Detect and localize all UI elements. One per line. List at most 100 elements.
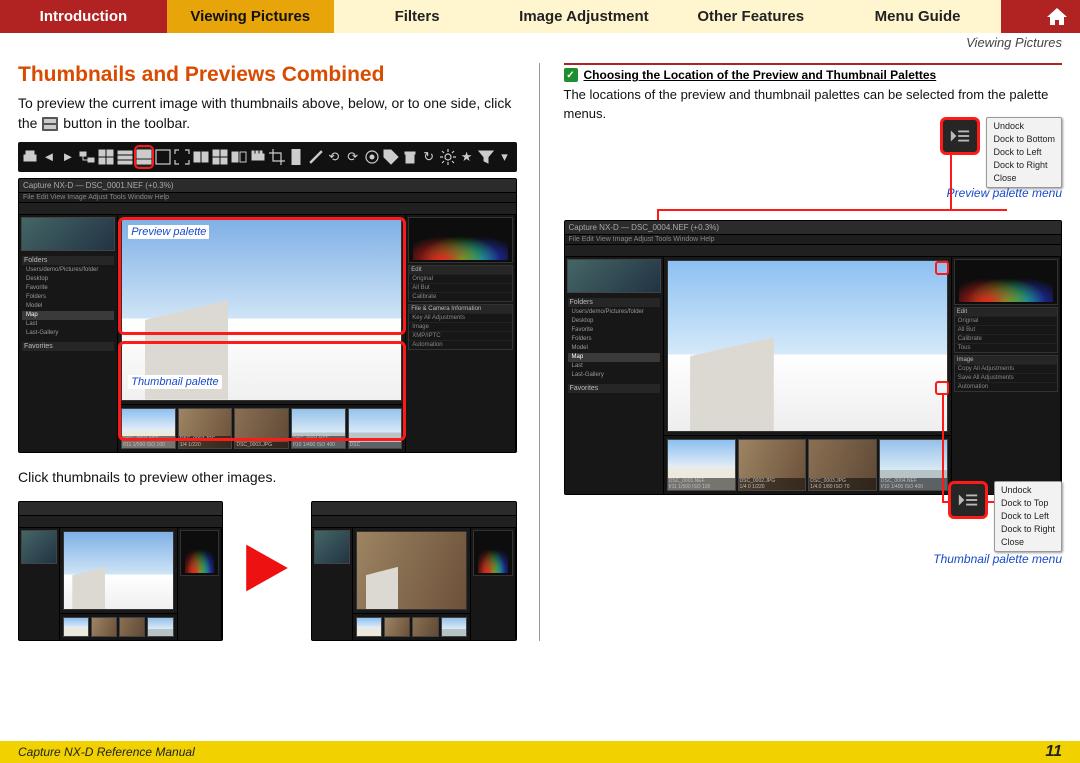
- folder-item: Folders: [22, 293, 114, 302]
- menu-item: Dock to Left: [993, 146, 1055, 159]
- thumbnail-strip: DSC_0001.NEFf/11 1/500 ISO 100 DSC_0002.…: [664, 435, 951, 494]
- preview-callout-label: Preview palette: [128, 225, 209, 239]
- favorites-header: Favorites: [22, 342, 114, 351]
- left-column: Thumbnails and Previews Combined To prev…: [18, 63, 540, 641]
- app-toolbar-row: [565, 245, 1062, 257]
- intro-paragraph: To preview the current image with thumbn…: [18, 93, 517, 134]
- menu-item: Close: [1001, 536, 1055, 549]
- gear-icon: [440, 147, 456, 167]
- app-toolbar-row: [19, 203, 516, 215]
- app-screenshot-right: Capture NX-D — DSC_0004.NEF (+0.3%) File…: [564, 220, 1063, 495]
- single-view-icon: [155, 147, 171, 167]
- center-pane: DSC_0001.NEFf/11 1/500 ISO 100 DSC_0002.…: [664, 257, 952, 494]
- tab-menu-guide[interactable]: Menu Guide: [834, 0, 1001, 33]
- birdseye-thumb: [567, 259, 661, 293]
- app-menubar: File Edit View Image Adjust Tools Window…: [565, 235, 1062, 245]
- app-window-title: Capture NX-D — DSC_0001.NEF (+0.3%): [19, 179, 516, 193]
- menu-item: Dock to Top: [1001, 497, 1055, 510]
- tab-introduction[interactable]: Introduction: [0, 0, 167, 33]
- tip-title-text: Choosing the Location of the Preview and…: [584, 68, 937, 82]
- app-screenshot-after: [311, 501, 516, 641]
- before-after-row: [18, 501, 517, 641]
- eyedropper-icon: [307, 147, 323, 167]
- thumb-item: DSC_0004.NEFf/10 1/400 ISO 400: [879, 439, 948, 491]
- app-menubar: File Edit View Image Adjust Tools Window…: [19, 193, 516, 203]
- folders-header: Folders: [22, 256, 114, 265]
- thumb-item: DSC: [348, 408, 403, 449]
- manual-title: Capture NX-D Reference Manual: [18, 745, 195, 759]
- preview-image: [667, 260, 948, 432]
- rotate-ccw-icon: ⟲: [326, 147, 342, 167]
- chevron-down-icon: ▾: [497, 147, 513, 167]
- click-thumbnails-text: Click thumbnails to preview other images…: [18, 467, 517, 487]
- preview-image: [356, 531, 467, 610]
- crop-icon: [269, 147, 285, 167]
- menu-item: Dock to Left: [1001, 510, 1055, 523]
- palette-menu-icon: [940, 117, 980, 155]
- page-title: Thumbnails and Previews Combined: [18, 63, 517, 87]
- compare-before-after-icon: [231, 147, 247, 167]
- thumbnail-menu-list: Undock Dock to Top Dock to Left Dock to …: [994, 481, 1062, 552]
- menu-item: Undock: [993, 120, 1055, 133]
- page-number: 11: [1045, 743, 1062, 761]
- compare-2-icon: [193, 147, 209, 167]
- footer-bar: Capture NX-D Reference Manual 11: [0, 741, 1080, 763]
- center-pane: DSC_0001.NEFf/11 1/500 ISO 100 DSC_0002.…: [118, 215, 406, 452]
- menu-item: Undock: [1001, 484, 1055, 497]
- connector-line: [942, 393, 944, 503]
- geotag-icon: [364, 147, 380, 167]
- tab-viewing-pictures[interactable]: Viewing Pictures: [167, 0, 334, 33]
- thumb-item: DSC_0002.JPG1/4 0 1/220: [738, 439, 807, 491]
- combined-view-icon-toolbar: [136, 147, 152, 167]
- combined-view-icon: [42, 117, 58, 131]
- preview-menu-caption: Preview palette menu: [947, 186, 1062, 200]
- palette-menu-icon: [948, 481, 988, 519]
- folder-pane: Folders Users/demo/Pictures/folder Deskt…: [19, 215, 118, 452]
- filmstrip-icon: [250, 147, 266, 167]
- tag-icon: [383, 147, 399, 167]
- refresh-icon: ↻: [421, 147, 437, 167]
- folder-item: Last: [22, 320, 114, 329]
- tab-other-features[interactable]: Other Features: [667, 0, 834, 33]
- connector-line: [657, 209, 1007, 211]
- tip-heading: ✓ Choosing the Location of the Preview a…: [564, 63, 1063, 82]
- connector-line: [950, 155, 952, 211]
- preview-menu-list: Undock Dock to Bottom Dock to Left Dock …: [986, 117, 1062, 188]
- folder-item: Model: [22, 302, 114, 311]
- print-icon: [22, 147, 38, 167]
- thumbnail-palette-menu: Undock Dock to Top Dock to Left Dock to …: [948, 481, 1062, 552]
- thumbnail-strip: DSC_0001.NEFf/11 1/500 ISO 100 DSC_0002.…: [118, 404, 405, 452]
- menu-item: Close: [993, 172, 1055, 185]
- thumb-item: DSC_0003.JPG: [234, 408, 289, 449]
- edit-panel: Edit Original All But Calibrate: [408, 265, 512, 302]
- thumb-item: DSC_0003.JPG1/4.0 1/80 ISO 70: [808, 439, 877, 491]
- filter-icon: [478, 147, 494, 167]
- thumbnail-callout-label: Thumbnail palette: [128, 375, 221, 389]
- star-icon: ★: [459, 147, 475, 167]
- grid-icon: [98, 147, 114, 167]
- app-window-title: Capture NX-D — DSC_0004.NEF (+0.3%): [565, 221, 1062, 235]
- arrow-right-icon: [241, 542, 293, 599]
- histogram: [954, 259, 1058, 305]
- folder-item: Last-Gallery: [22, 329, 114, 338]
- checkmark-icon: ✓: [564, 68, 578, 82]
- menu-item: Dock to Bottom: [993, 133, 1055, 146]
- app-screenshot-main: Capture NX-D — DSC_0001.NEF (+0.3%) File…: [18, 178, 517, 453]
- thumb-menu-caption: Thumbnail palette menu: [933, 552, 1062, 566]
- tab-filters[interactable]: Filters: [334, 0, 501, 33]
- rotate-cw-icon: ⟳: [345, 147, 361, 167]
- home-button[interactable]: [1034, 0, 1080, 33]
- menu-item: Dock to Right: [993, 159, 1055, 172]
- toolbar-illustration: ◄ ► ⟲ ⟳ ↻ ★ ▾: [18, 142, 517, 172]
- tab-image-adjustment[interactable]: Image Adjustment: [500, 0, 667, 33]
- menu-item: Dock to Right: [1001, 523, 1055, 536]
- histogram: [408, 217, 512, 263]
- adjustments-pane: Edit Original All But Calibrate File & C…: [406, 215, 515, 452]
- straighten-icon: [288, 147, 304, 167]
- arrow-right-icon: ►: [60, 147, 76, 167]
- folder-item: Users/demo/Pictures/folder: [22, 266, 114, 275]
- app-screenshot-before: [18, 501, 223, 641]
- info-panel: File & Camera Information Key All Adjust…: [408, 304, 512, 350]
- fullscreen-icon: [174, 147, 190, 167]
- right-column: ✓ Choosing the Location of the Preview a…: [564, 63, 1063, 641]
